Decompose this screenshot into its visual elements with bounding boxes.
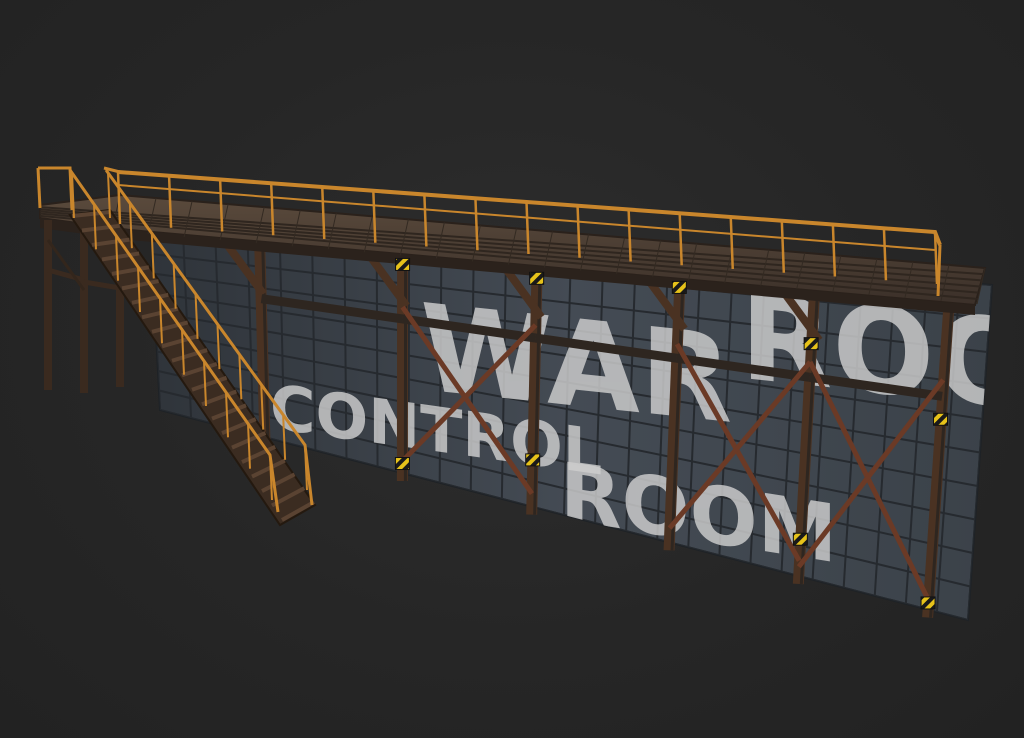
- hazard-stripe-marker: [525, 453, 541, 467]
- hazard-stripe-marker: [803, 337, 819, 351]
- hazard-stripe-marker: [671, 280, 687, 294]
- hazard-stripe-marker: [933, 412, 949, 426]
- hazard-stripe-marker: [792, 532, 808, 546]
- hazard-stripe-marker: [395, 257, 411, 271]
- render-viewport: WAR ROOM CONTROL ROOM: [0, 0, 1024, 738]
- hazard-stripe-marker: [394, 457, 410, 471]
- landing-post: [36, 167, 42, 209]
- catwalk-stair-scene: WAR ROOM CONTROL ROOM: [36, 166, 994, 622]
- catwalk-end-post: [936, 244, 942, 297]
- hazard-stripe-marker: [920, 596, 936, 610]
- hazard-stripe-marker: [529, 271, 545, 285]
